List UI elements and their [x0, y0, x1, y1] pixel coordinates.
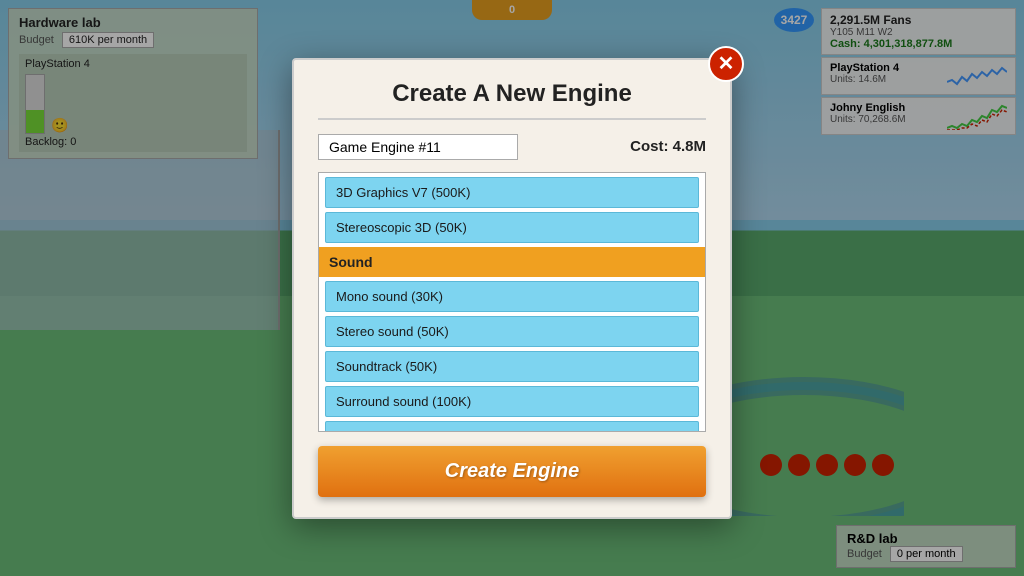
feature-item[interactable]: Mono sound (30K): [325, 281, 699, 312]
features-list[interactable]: 3D Graphics V7 (500K) Stereoscopic 3D (50…: [318, 172, 706, 432]
modal-name-row: Cost: 4.8M: [318, 134, 706, 160]
engine-name-input[interactable]: [318, 134, 518, 160]
feature-item[interactable]: Stereo sound (50K): [325, 316, 699, 347]
feature-item[interactable]: 3D Audio (150K): [325, 421, 699, 432]
modal-title: Create A New Engine: [318, 80, 706, 120]
feature-item[interactable]: 3D Graphics V7 (500K): [325, 177, 699, 208]
feature-item[interactable]: Stereoscopic 3D (50K): [325, 212, 699, 243]
feature-item[interactable]: Soundtrack (50K): [325, 351, 699, 382]
create-engine-modal: ✕ Create A New Engine Cost: 4.8M 3D Grap…: [292, 58, 732, 519]
feature-item[interactable]: Surround sound (100K): [325, 386, 699, 417]
create-engine-button[interactable]: Create Engine: [318, 446, 706, 497]
category-header: Sound: [319, 247, 705, 277]
cost-label: Cost: 4.8M: [630, 138, 706, 155]
modal-close-button[interactable]: ✕: [708, 46, 744, 82]
modal-overlay: ✕ Create A New Engine Cost: 4.8M 3D Grap…: [0, 0, 1024, 576]
